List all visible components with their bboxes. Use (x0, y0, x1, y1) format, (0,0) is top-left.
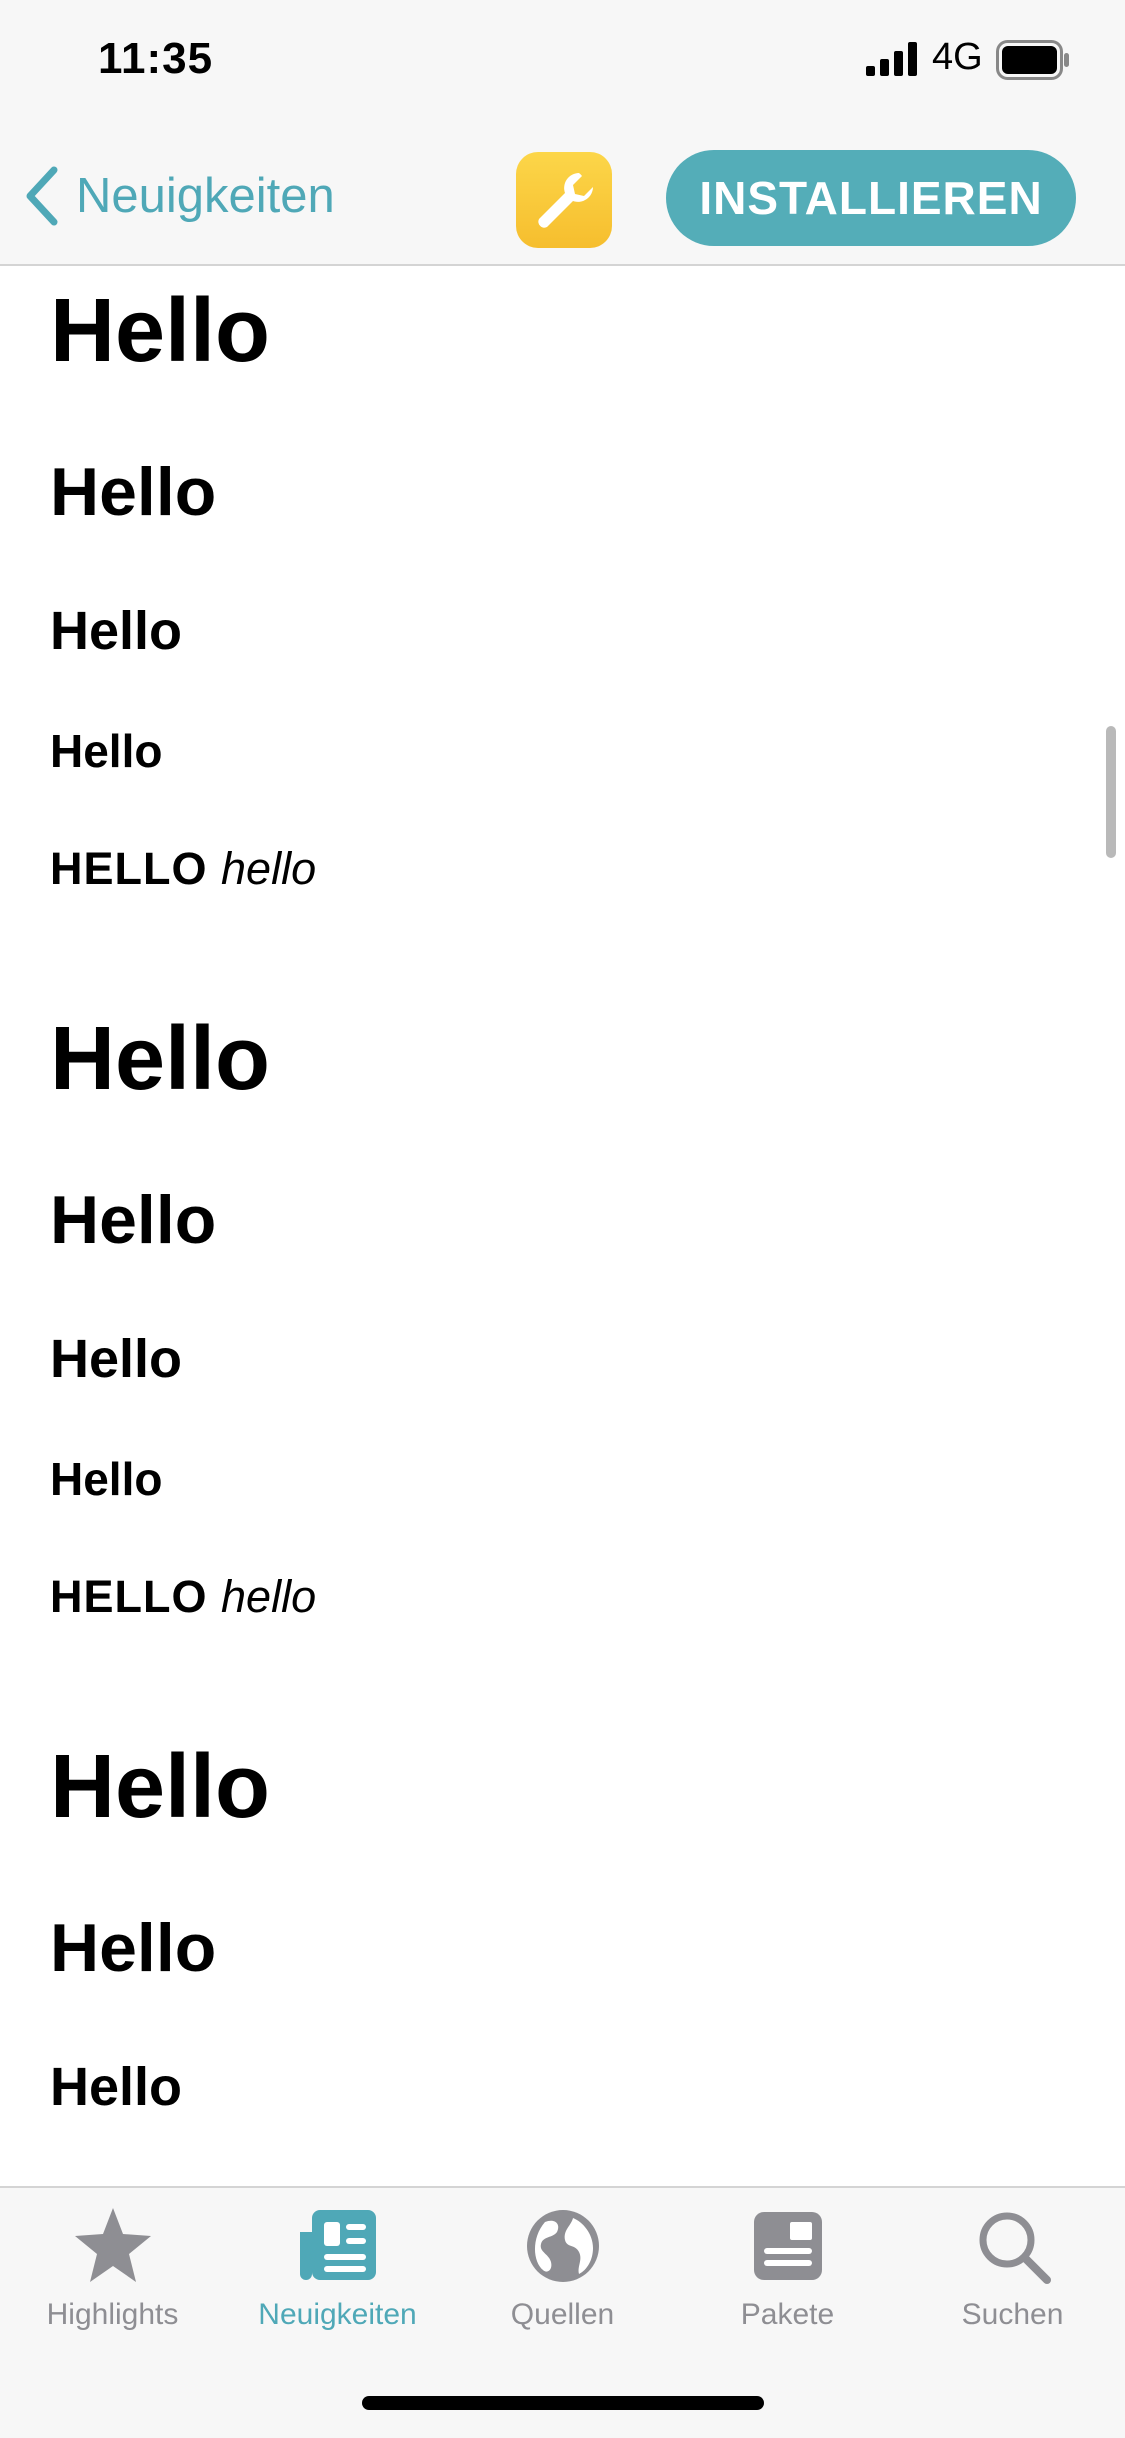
battery-icon (996, 40, 1069, 80)
status-bar: 11:35 4G (0, 0, 1125, 120)
tab-quellen[interactable]: Quellen (450, 2204, 675, 2344)
heading-4: Hello (50, 725, 163, 777)
heading-1: Hello (50, 1009, 271, 1109)
heading-2: Hello (50, 454, 217, 530)
chevron-left-icon (26, 166, 58, 226)
heading-5: HELLO hello (50, 1574, 316, 1619)
install-button[interactable]: INSTALLIEREN (666, 150, 1076, 246)
network-type: 4G (932, 36, 983, 78)
tab-neuigkeiten[interactable]: Neuigkeiten (225, 2204, 450, 2344)
tab-label: Neuigkeiten (258, 2298, 417, 2331)
cellular-signal-icon (866, 42, 917, 76)
tab-label: Quellen (510, 2298, 615, 2331)
tab-pakete[interactable]: Pakete (675, 2204, 900, 2344)
home-indicator[interactable] (362, 2396, 764, 2410)
heading-5: HELLO hello (50, 846, 316, 891)
heading-3: Hello (50, 2057, 183, 2117)
heading-3: Hello (50, 1329, 183, 1389)
tab-label: Suchen (961, 2298, 1064, 2331)
wrench-icon (538, 173, 593, 228)
newspaper-icon (299, 2210, 376, 2280)
heading-1: Hello (50, 1737, 271, 1837)
back-label: Neuigkeiten (76, 169, 335, 223)
scroll-indicator[interactable] (1106, 726, 1116, 858)
heading-2: Hello (50, 1910, 217, 1986)
heading-4: Hello (50, 1453, 163, 1505)
heading-1: Hello (50, 281, 271, 381)
heading-5-italic: hello (221, 1571, 317, 1622)
package-icon (753, 2212, 822, 2280)
heading-3: Hello (50, 601, 183, 661)
status-time: 11:35 (98, 34, 214, 83)
content-scroll-area[interactable]: Hello Hello Hello Hello HELLO hello Hell… (0, 266, 1125, 2186)
tab-suchen[interactable]: Suchen (900, 2204, 1125, 2344)
heading-2: Hello (50, 1182, 217, 1258)
back-button[interactable]: Neuigkeiten (22, 164, 335, 228)
globe-icon (526, 2210, 599, 2282)
tab-label: Highlights (46, 2298, 179, 2331)
navigation-bar: Neuigkeiten INSTALLIEREN (0, 120, 1125, 266)
heading-5-caps: HELLO (50, 843, 208, 894)
tab-label: Pakete (740, 2298, 835, 2331)
star-icon (74, 2208, 151, 2282)
heading-5-italic: hello (221, 843, 317, 894)
heading-5-caps: HELLO (50, 1571, 208, 1622)
search-icon (979, 2212, 1051, 2284)
tab-highlights[interactable]: Highlights (0, 2204, 225, 2344)
app-icon (516, 152, 612, 248)
